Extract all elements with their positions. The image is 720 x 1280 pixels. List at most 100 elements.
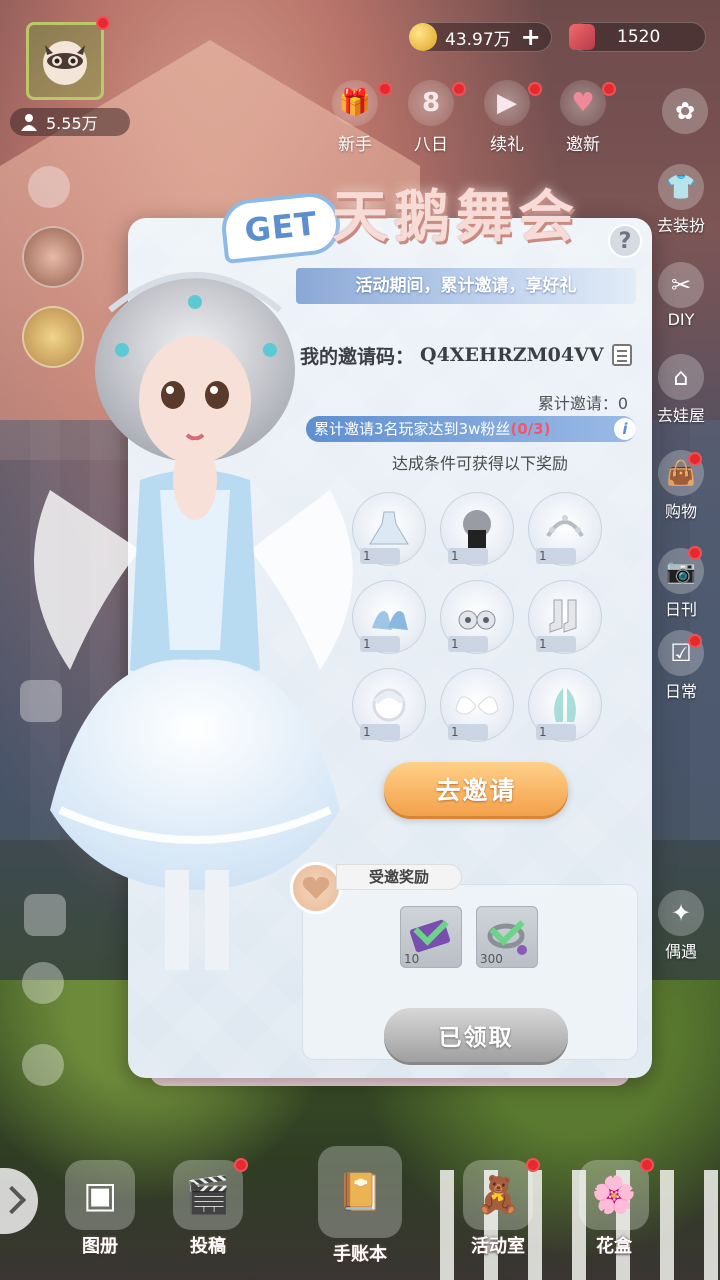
menu-invite-new[interactable]: ♥ 邀新 xyxy=(558,80,608,155)
event-title: 天鹅舞会 xyxy=(332,184,580,250)
crystal-wings-icon xyxy=(554,688,576,722)
feather-cuff-icon xyxy=(372,688,406,722)
journal-icon: 📔 xyxy=(318,1146,402,1238)
reward-qty: 1 xyxy=(536,724,576,740)
notification-dot xyxy=(688,452,702,466)
reward-item[interactable]: 1 xyxy=(352,492,426,566)
invite-code-value: Q4XEHRZM04VV xyxy=(420,344,604,366)
coin-counter[interactable]: 43.97万 + xyxy=(409,22,552,52)
menu-label: 续礼 xyxy=(490,135,524,155)
add-coin-icon[interactable]: + xyxy=(521,23,541,51)
info-icon[interactable]: i xyxy=(614,418,636,440)
event-subtitle-ribbon: 活动期间，累计邀请，享好礼 xyxy=(296,268,636,304)
diy-icon: ✂ xyxy=(658,262,704,308)
notification-dot xyxy=(96,16,110,30)
notification-dot xyxy=(378,82,392,96)
flower-box-icon: 🌸 xyxy=(579,1160,649,1230)
heart-badge-icon xyxy=(290,862,342,914)
bottom-label: 手账本 xyxy=(333,1244,387,1265)
reward-item[interactable]: 1 xyxy=(352,668,426,742)
reward-qty: 1 xyxy=(448,724,488,740)
refresh-icon[interactable] xyxy=(28,166,70,208)
settings-flower-button[interactable]: ✿ xyxy=(654,88,716,134)
house-icon: ⌂ xyxy=(658,354,704,400)
album-icon: ▣ xyxy=(65,1160,135,1230)
crown-headpiece-icon xyxy=(546,515,584,538)
hearts-icon: ♥ xyxy=(560,80,606,126)
menu-label: 新手 xyxy=(338,135,372,155)
eight-day-icon: 8 xyxy=(408,80,454,126)
reward-qty: 1 xyxy=(360,724,400,740)
teddy-bear-icon: 🧸 xyxy=(463,1160,533,1230)
notification-dot xyxy=(602,82,616,96)
menu-daily-journal[interactable]: 📷 日刊 xyxy=(650,548,712,620)
fans-counter: 5.55万 xyxy=(10,108,130,136)
invited-reward-item[interactable]: 10 xyxy=(400,906,462,968)
menu-label: 邀新 xyxy=(566,135,600,155)
condition-progress: (0/3) xyxy=(510,420,551,438)
reward-item[interactable]: 1 xyxy=(528,580,602,654)
menu-daily-tasks[interactable]: ☑ 日常 xyxy=(650,630,712,702)
menu-eight-days[interactable]: 8 八日 xyxy=(406,80,456,155)
gem-icon xyxy=(569,24,595,50)
chat-icon[interactable] xyxy=(22,1044,64,1086)
notification-dot xyxy=(688,546,702,560)
invited-reward-qty: 10 xyxy=(404,952,420,966)
invite-code-row: 我的邀请码： Q4XEHRZM04VV xyxy=(300,340,604,370)
go-invite-button[interactable]: 去邀请 xyxy=(384,762,568,816)
menu-label: 去娃屋 xyxy=(656,406,705,425)
bottom-album[interactable]: ▣ 图册 xyxy=(52,1160,148,1258)
gem-counter[interactable]: 1520 xyxy=(569,22,706,52)
bottom-flower-box[interactable]: 🌸 花盒 xyxy=(566,1160,662,1258)
menu-dress-up[interactable]: 👕 去装扮 xyxy=(650,164,712,236)
menu-encounter[interactable]: ✦ 偶遇 xyxy=(650,890,712,962)
bottom-menu: ▣ 图册 🎬 投稿 📔 手账本 🧸 活动室 🌸 花盒 xyxy=(0,1140,720,1280)
notification-dot xyxy=(452,82,466,96)
bottom-label: 花盒 xyxy=(596,1236,632,1257)
invite-code-label: 我的邀请码： xyxy=(300,345,415,368)
reward-item[interactable]: 1 xyxy=(352,580,426,654)
top-menu: 🎁 新手 8 八日 ▶ 续礼 ♥ 邀新 xyxy=(330,80,608,155)
reward-item[interactable]: 1 xyxy=(440,668,514,742)
invited-reward-item[interactable]: 300 xyxy=(476,906,538,968)
earrings-icon xyxy=(458,610,496,630)
fans-value: 5.55万 xyxy=(46,114,98,133)
help-button[interactable]: ? xyxy=(608,224,642,258)
hair-wig-icon xyxy=(463,510,491,548)
raccoon-avatar-icon xyxy=(43,41,87,85)
reward-item[interactable]: 1 xyxy=(528,668,602,742)
bottom-submit[interactable]: 🎬 投稿 xyxy=(160,1160,256,1258)
condition-bar: 累计邀请3名玩家达到3w粉丝(0/3) xyxy=(306,416,636,442)
notification-dot xyxy=(528,82,542,96)
bottom-journal[interactable]: 📔 手账本 xyxy=(312,1146,408,1266)
reward-qty: 1 xyxy=(360,636,400,652)
menu-label: 偶遇 xyxy=(664,942,697,961)
player-avatar[interactable] xyxy=(26,22,104,100)
gem-value: 1520 xyxy=(617,27,661,47)
reward-item[interactable]: 1 xyxy=(440,492,514,566)
encounter-icon: ✦ xyxy=(658,890,704,936)
bottom-label: 投稿 xyxy=(190,1236,226,1257)
menu-doll-house[interactable]: ⌂ 去娃屋 xyxy=(650,354,712,426)
shirt-icon: 👕 xyxy=(658,164,704,210)
menu-label: 日常 xyxy=(664,682,697,701)
reward-hint: 达成条件可获得以下奖励 xyxy=(391,454,568,473)
notification-dot xyxy=(526,1158,540,1172)
invited-reward-label: 受邀奖励 xyxy=(336,864,462,890)
reward-item[interactable]: 1 xyxy=(528,492,602,566)
copy-icon[interactable] xyxy=(612,344,632,366)
menu-newbie[interactable]: 🎁 新手 xyxy=(330,80,380,155)
menu-diy[interactable]: ✂ DIY xyxy=(650,262,712,329)
menu-label: 购物 xyxy=(664,502,697,521)
reward-item[interactable]: 1 xyxy=(440,580,514,654)
angel-wings-icon xyxy=(455,696,499,715)
reward-qty: 1 xyxy=(448,548,488,564)
bottom-activity-room[interactable]: 🧸 活动室 xyxy=(450,1160,546,1258)
menu-continue-gift[interactable]: ▶ 续礼 xyxy=(482,80,532,155)
invited-reward-qty: 300 xyxy=(480,952,503,966)
notification-dot xyxy=(640,1158,654,1172)
bottom-label: 图册 xyxy=(82,1236,118,1257)
video-icon: ▶ xyxy=(484,80,530,126)
person-icon xyxy=(21,114,37,131)
coin-icon xyxy=(409,23,437,51)
